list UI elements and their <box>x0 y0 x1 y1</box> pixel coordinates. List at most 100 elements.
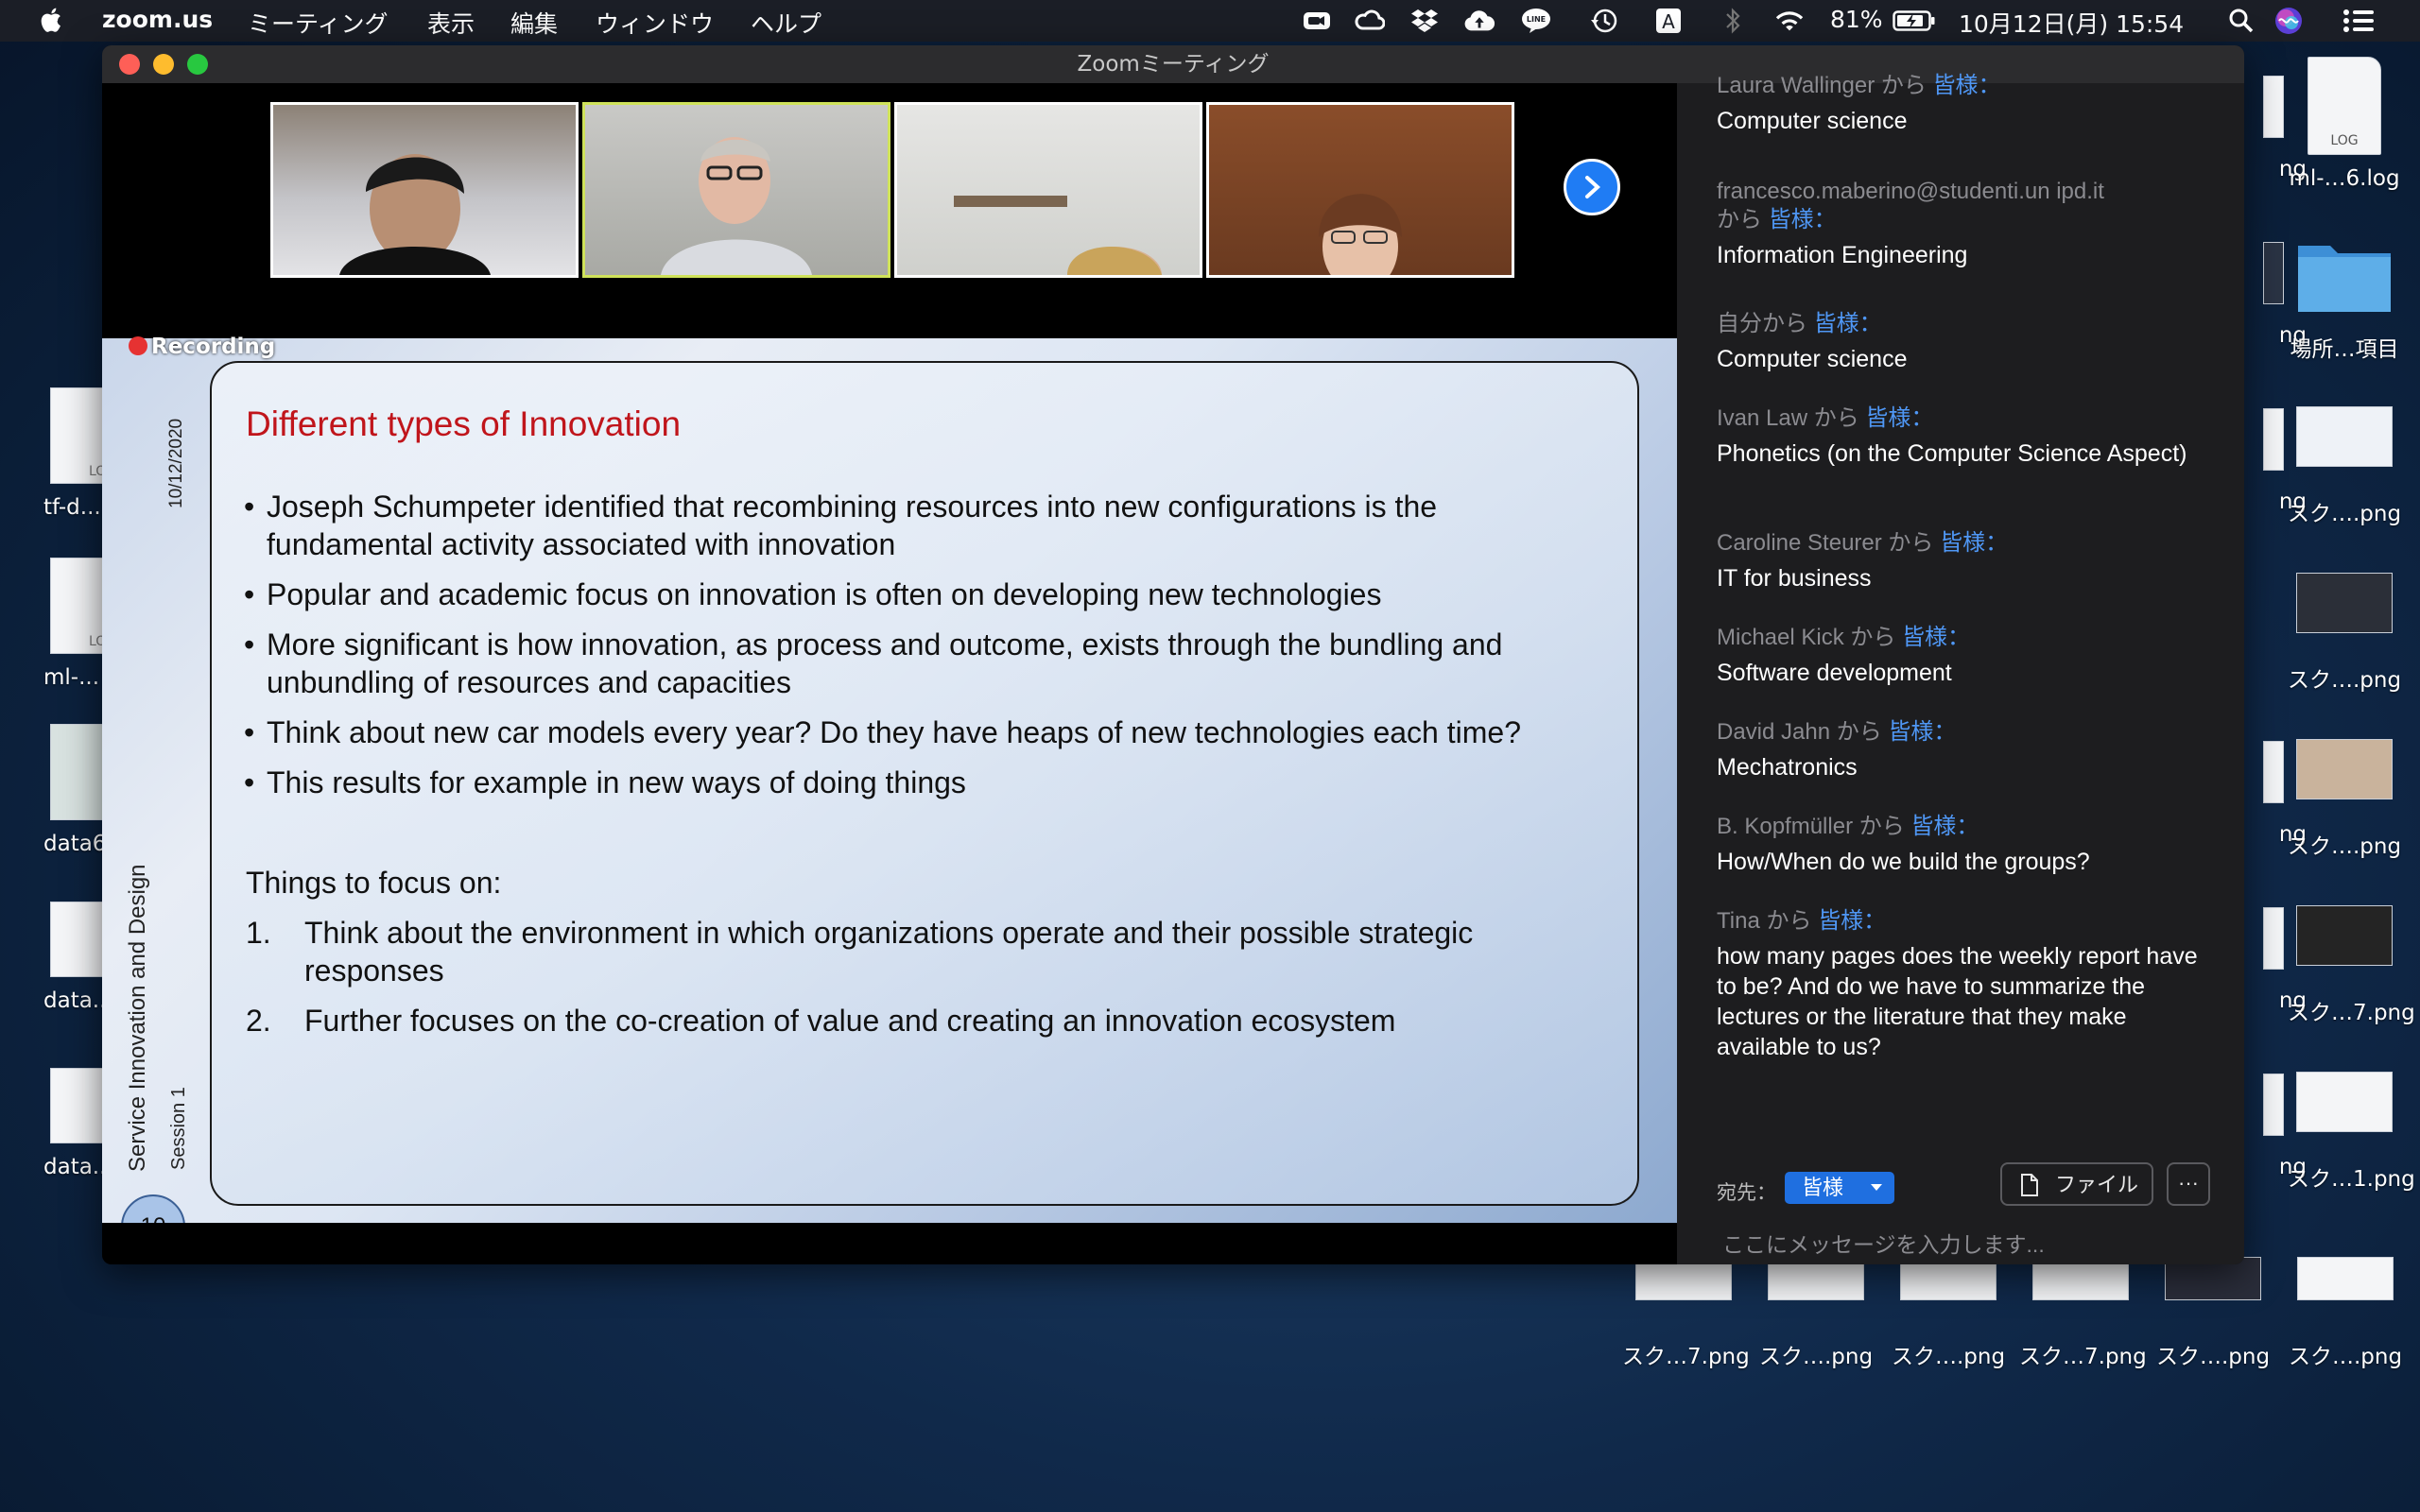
desktop-file-label: 場所…項目 <box>2290 337 2399 362</box>
desktop-file-label: スク….png <box>1891 1345 2006 1369</box>
line-icon[interactable]: LINE <box>1520 6 1552 36</box>
shared-screen-slide: Recording 10/12/2020 Service Innovation … <box>102 335 1677 1259</box>
chevron-right-icon <box>1585 176 1600 198</box>
recording-label: Recording <box>151 335 276 359</box>
desktop-screenshot[interactable]: スク…7.png <box>2019 1257 2147 1370</box>
minimize-window-button[interactable] <box>153 54 174 75</box>
desktop-file-label: スク…7.png <box>1622 1345 1750 1369</box>
more-options-button[interactable]: ··· <box>2167 1162 2210 1206</box>
desktop-file-label: スク….png <box>2288 1345 2403 1369</box>
menu-view[interactable]: 表示 <box>427 6 475 40</box>
chat-sender: Ivan Law から 皆様： <box>1717 405 1934 431</box>
menu-window[interactable]: ウィンドウ <box>596 6 714 40</box>
chat-sender: Tina から 皆様： <box>1717 908 1887 934</box>
active-speaker-video-tile[interactable] <box>582 102 890 278</box>
bullet-text: Popular and academic focus on innovation… <box>267 577 1382 611</box>
chat-message: Ivan Law から 皆様： Phonetics (on the Comput… <box>1717 404 2218 469</box>
chat-message: Tina から 皆様： how many pages does the week… <box>1717 907 2218 1062</box>
svg-text:LINE: LINE <box>1527 15 1546 24</box>
video-gallery-strip <box>102 83 1677 338</box>
slide-bullet: • Popular and academic focus on innovatio… <box>244 576 1596 613</box>
desktop-screenshot[interactable]: スク….png <box>2288 739 2401 860</box>
battery-icon[interactable] <box>1893 6 1936 36</box>
menu-clock[interactable]: 10月12日(月) 15:54 <box>1959 6 2184 40</box>
recipient-dropdown[interactable]: 皆様 <box>1785 1172 1894 1204</box>
desktop-screenshot[interactable]: スク…7.png <box>1622 1257 1750 1370</box>
chat-message: Laura Wallinger から 皆様： Computer science <box>1717 73 2218 136</box>
spotlight-search-icon[interactable] <box>2225 6 2257 36</box>
desktop-screenshot[interactable]: スク….png <box>2288 406 2401 527</box>
desktop-screenshot[interactable]: スク…7.png <box>2288 905 2415 1026</box>
desktop-screenshot[interactable]: スク….png <box>1754 1257 1877 1370</box>
desktop-screenshot[interactable]: スク…1.png <box>2288 1072 2415 1193</box>
screenshot-thumbnail <box>2296 905 2393 966</box>
bullet-marker: • <box>244 765 255 799</box>
next-page-arrow-button[interactable] <box>1564 159 1620 215</box>
file-thumbnail <box>2263 408 2284 471</box>
zoom-status-icon[interactable] <box>1301 6 1333 36</box>
chat-message: 自分から 皆様： Computer science <box>1717 310 2218 374</box>
file-share-button[interactable]: ファイル <box>2000 1162 2153 1206</box>
chat-message-text: Phonetics (on the Computer Science Aspec… <box>1717 440 2187 467</box>
menu-meeting[interactable]: ミーティング <box>248 6 389 40</box>
participant-avatar <box>661 137 812 275</box>
participant-video-tile[interactable] <box>1206 102 1514 278</box>
screenshot-thumbnail <box>2296 739 2393 799</box>
dropbox-icon[interactable] <box>1409 6 1441 36</box>
chat-message-input[interactable]: ここにメッセージを入力します... <box>1722 1227 2045 1259</box>
slide-bottom-bar <box>102 1223 1677 1264</box>
participant-avatar <box>339 154 491 275</box>
menu-edit[interactable]: 編集 <box>510 6 558 40</box>
bluetooth-icon[interactable] <box>1717 6 1749 36</box>
cloud-upload-icon[interactable] <box>1463 6 1495 36</box>
creative-cloud-icon[interactable] <box>1354 6 1386 36</box>
desktop-folder[interactable]: 場所…項目 <box>2288 232 2401 363</box>
chat-message-text: How/When do we build the groups? <box>1717 849 2090 875</box>
desktop-screenshot[interactable]: スク….png <box>2284 1257 2407 1370</box>
chat-message-text: Software development <box>1717 660 1952 686</box>
file-thumbnail <box>2263 242 2284 304</box>
bullet-marker: • <box>244 715 255 749</box>
desktop-file-label: スク….png <box>2288 668 2402 693</box>
desktop-screenshot[interactable]: スク….png <box>2152 1257 2274 1370</box>
participant-avatar <box>1319 194 1402 275</box>
slide-bullet: • This results for example in new ways of… <box>244 764 1596 801</box>
notification-center-icon[interactable] <box>2342 6 2375 36</box>
participant-video-tile[interactable] <box>270 102 579 278</box>
file-button-label: ファイル <box>2055 1173 2139 1196</box>
apple-icon[interactable] <box>38 6 62 34</box>
svg-text:A: A <box>1662 10 1675 33</box>
desktop-screenshot[interactable]: スク….png <box>2288 573 2401 694</box>
screenshot-thumbnail <box>2296 1072 2393 1132</box>
bullet-text: This results for example in new ways of … <box>267 765 966 799</box>
slide-bullet: • Joseph Schumpeter identified that recom… <box>244 488 1596 563</box>
desktop-file-label: スク…7.png <box>2019 1345 2147 1369</box>
zoom-window-button[interactable] <box>187 54 208 75</box>
recording-dot-icon <box>129 336 147 355</box>
wifi-icon[interactable] <box>1773 6 1806 36</box>
desktop-file-ml-log[interactable]: LOG ml-…6.log <box>2288 57 2401 191</box>
close-window-button[interactable] <box>119 54 140 75</box>
slide-bullet: • Think about new car models every year? … <box>244 713 1596 751</box>
app-name-menu[interactable]: zoom.us <box>102 6 213 33</box>
slide-content-card: Different types of Innovation • Joseph Sc… <box>210 361 1639 1206</box>
siri-icon[interactable] <box>2273 6 2305 36</box>
desktop-file-label: スク….png <box>2288 502 2402 526</box>
slide-bullet: • More significant is how innovation, as … <box>244 626 1596 701</box>
focus-heading: Things to focus on: <box>246 866 502 900</box>
recording-indicator[interactable]: Recording <box>129 335 275 359</box>
input-source-icon[interactable]: A <box>1652 6 1685 36</box>
participant-video-tile[interactable] <box>894 102 1202 278</box>
slide-title: Different types of Innovation <box>246 404 682 443</box>
zoom-meeting-window: Zoomミーティング Recording 10/12/2020 Service … <box>102 45 2244 1264</box>
time-machine-icon[interactable] <box>1588 6 1620 36</box>
desktop-screenshot[interactable]: スク….png <box>1887 1257 2010 1370</box>
chat-sender: David Jahn から 皆様： <box>1717 719 1957 745</box>
file-thumbnail <box>2263 1074 2284 1136</box>
folder-icon <box>2298 246 2391 312</box>
chat-message: Michael Kick から 皆様： Software development <box>1717 624 2218 688</box>
menu-help[interactable]: ヘルプ <box>751 6 821 40</box>
chat-message-text: Information Engineering <box>1717 242 1968 268</box>
recipient-label: 宛先： <box>1717 1182 1776 1204</box>
desktop-file-label: スク….png <box>2155 1345 2271 1369</box>
